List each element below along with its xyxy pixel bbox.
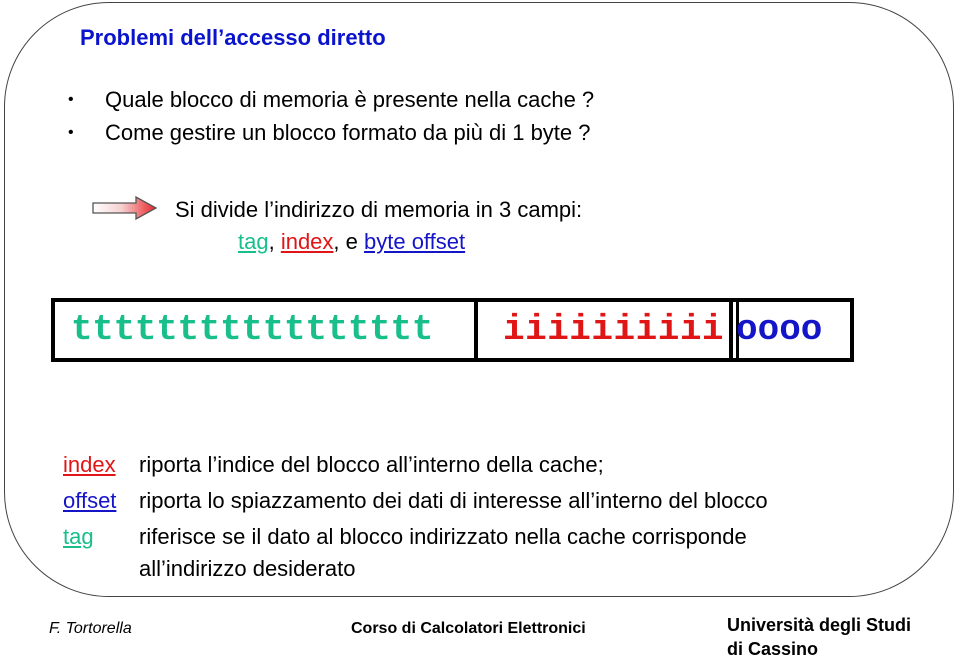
- definition-key: index: [63, 452, 116, 477]
- footer-author: F. Tortorella: [49, 620, 132, 637]
- definition-text: riferisce se il dato al blocco indirizza…: [139, 524, 747, 549]
- fields-line: tag, index, e byte offset: [238, 229, 465, 255]
- divider-line: [474, 302, 478, 358]
- address-format-box: ttttttttttttttttt iiiiiiiiii oooo: [51, 298, 854, 362]
- index-bits: iiiiiiiiii: [503, 309, 725, 350]
- university-line: Università degli Studi: [727, 615, 912, 635]
- slide-title: Problemi dell’accesso diretto: [80, 25, 386, 50]
- bullet-text: Come gestire un blocco formato da più di…: [105, 120, 591, 145]
- definition-text: riporta lo spiazzamento dei dati di inte…: [139, 488, 768, 513]
- tag-bits: ttttttttttttttttt: [71, 309, 434, 350]
- divider-line: [729, 302, 733, 358]
- definition-key: offset: [63, 488, 117, 513]
- separator: ,: [268, 229, 281, 254]
- footer-university: Università degli Studi di Cassino: [727, 613, 911, 661]
- bullet-icon: •: [68, 91, 74, 108]
- field-offset-label: byte offset: [364, 229, 466, 254]
- definition-text-continued: all’indirizzo desiderato: [139, 556, 356, 581]
- definition-text: riporta l’indice del blocco all’interno …: [139, 452, 604, 477]
- separator: , e: [333, 229, 364, 254]
- bullet-icon: •: [68, 124, 74, 141]
- offset-bits: oooo: [736, 309, 823, 350]
- field-tag-label: tag: [238, 229, 269, 254]
- bullet-text: Quale blocco di memoria è presente nella…: [105, 87, 595, 112]
- footer-course: Corso di Calcolatori Elettronici: [351, 620, 586, 637]
- divide-statement: Si divide l’indirizzo di memoria in 3 ca…: [175, 197, 583, 222]
- definition-key: tag: [63, 524, 94, 549]
- right-arrow-icon: [92, 196, 158, 220]
- university-line: di Cassino: [727, 639, 819, 659]
- field-index-label: index: [280, 229, 334, 254]
